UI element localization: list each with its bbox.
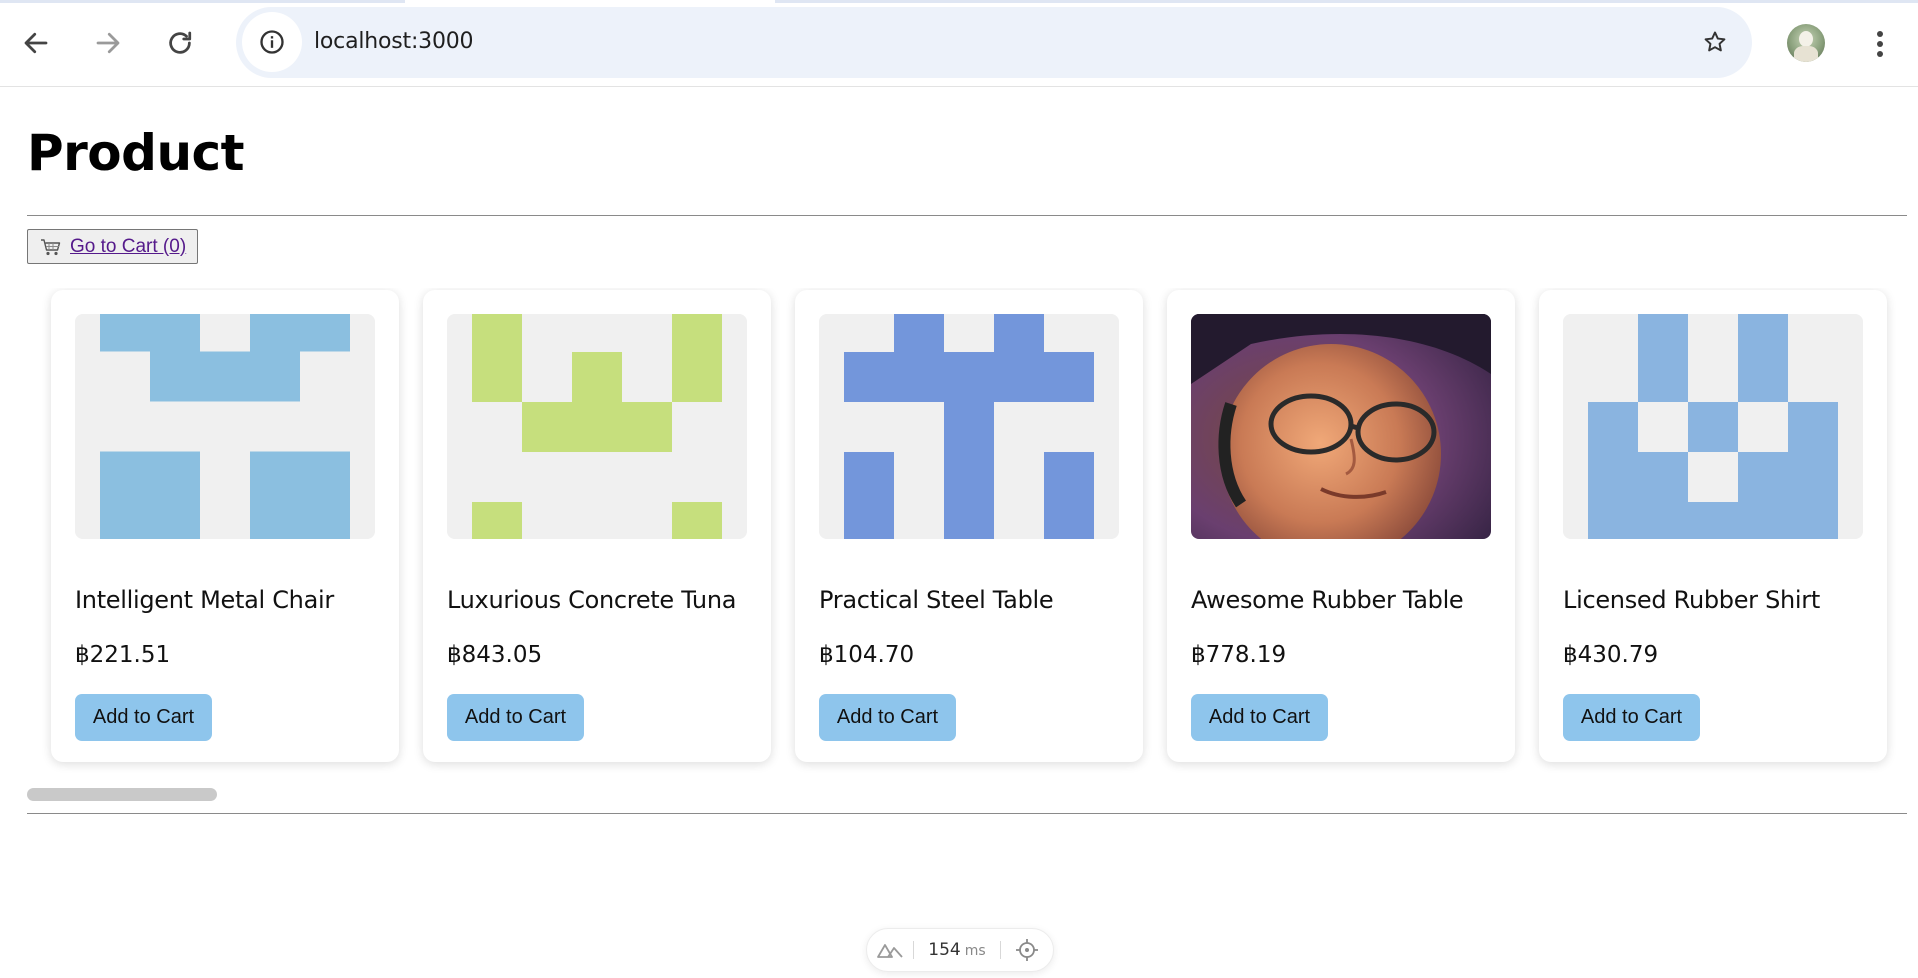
product-card: Awesome Rubber Table ฿778.19 Add to Cart — [1167, 290, 1515, 762]
star-icon — [1704, 31, 1726, 52]
product-price: ฿430.79 — [1563, 642, 1659, 668]
bottom-divider — [27, 813, 1907, 814]
add-to-cart-button[interactable]: Add to Cart — [819, 694, 956, 741]
arrow-right-icon — [96, 32, 120, 54]
url-text[interactable]: localhost:3000 — [314, 29, 474, 54]
product-price: ฿221.51 — [75, 642, 171, 668]
arrow-left-icon — [24, 32, 48, 54]
product-price: ฿104.70 — [819, 642, 915, 668]
product-name: Awesome Rubber Table — [1191, 586, 1464, 614]
add-to-cart-button[interactable]: Add to Cart — [1563, 694, 1700, 741]
product-image — [819, 314, 1119, 539]
nuxt-logo-icon[interactable] — [867, 941, 913, 959]
product-card: Practical Steel Table ฿104.70 Add to Car… — [795, 290, 1143, 762]
render-time-unit: ms — [964, 943, 986, 959]
cart-link-label[interactable]: Go to Cart (0) — [70, 236, 186, 258]
back-button[interactable] — [13, 20, 59, 66]
product-card: Luxurious Concrete Tuna ฿843.05 Add to C… — [423, 290, 771, 762]
product-name: Licensed Rubber Shirt — [1563, 586, 1820, 614]
horizontal-scrollbar-thumb[interactable] — [27, 788, 217, 801]
browser-menu-button[interactable] — [1866, 22, 1894, 66]
address-bar[interactable]: localhost:3000 — [236, 7, 1752, 78]
product-price: ฿778.19 — [1191, 642, 1287, 668]
product-image — [75, 314, 375, 539]
add-to-cart-button[interactable]: Add to Cart — [75, 694, 212, 741]
go-to-cart-button[interactable]: Go to Cart (0) — [27, 229, 199, 264]
render-time-value: 154 — [928, 940, 961, 960]
forward-button[interactable] — [85, 20, 131, 66]
reload-button[interactable] — [157, 20, 203, 66]
product-card: Intelligent Metal Chair ฿221.51 Add to C… — [51, 290, 399, 762]
product-price: ฿843.05 — [447, 642, 543, 668]
bookmark-button[interactable] — [1698, 25, 1732, 59]
product-list[interactable]: Intelligent Metal Chair ฿221.51 Add to C… — [27, 288, 1907, 798]
product-photo — [1191, 314, 1491, 539]
render-time: 154 ms — [914, 940, 1000, 960]
crosshair-icon[interactable] — [1001, 939, 1053, 961]
shopping-cart-icon — [41, 238, 61, 255]
product-image — [447, 314, 747, 539]
add-to-cart-button[interactable]: Add to Cart — [447, 694, 584, 741]
site-info-button[interactable] — [242, 12, 302, 72]
page-title: Product — [27, 124, 245, 182]
kebab-menu-icon — [1877, 31, 1883, 57]
product-card: Licensed Rubber Shirt ฿430.79 Add to Car… — [1539, 290, 1887, 762]
avatar[interactable] — [1787, 24, 1825, 62]
info-icon — [260, 30, 284, 54]
product-name: Intelligent Metal Chair — [75, 586, 334, 614]
product-name: Luxurious Concrete Tuna — [447, 586, 737, 614]
devtools-bar[interactable]: 154 ms — [866, 928, 1054, 972]
tab-strip-edge — [0, 0, 1918, 3]
product-image — [1563, 314, 1863, 539]
reload-icon — [169, 31, 192, 54]
product-name: Practical Steel Table — [819, 586, 1054, 614]
browser-toolbar: localhost:3000 — [0, 0, 1918, 87]
top-divider — [27, 215, 1907, 216]
add-to-cart-button[interactable]: Add to Cart — [1191, 694, 1328, 741]
